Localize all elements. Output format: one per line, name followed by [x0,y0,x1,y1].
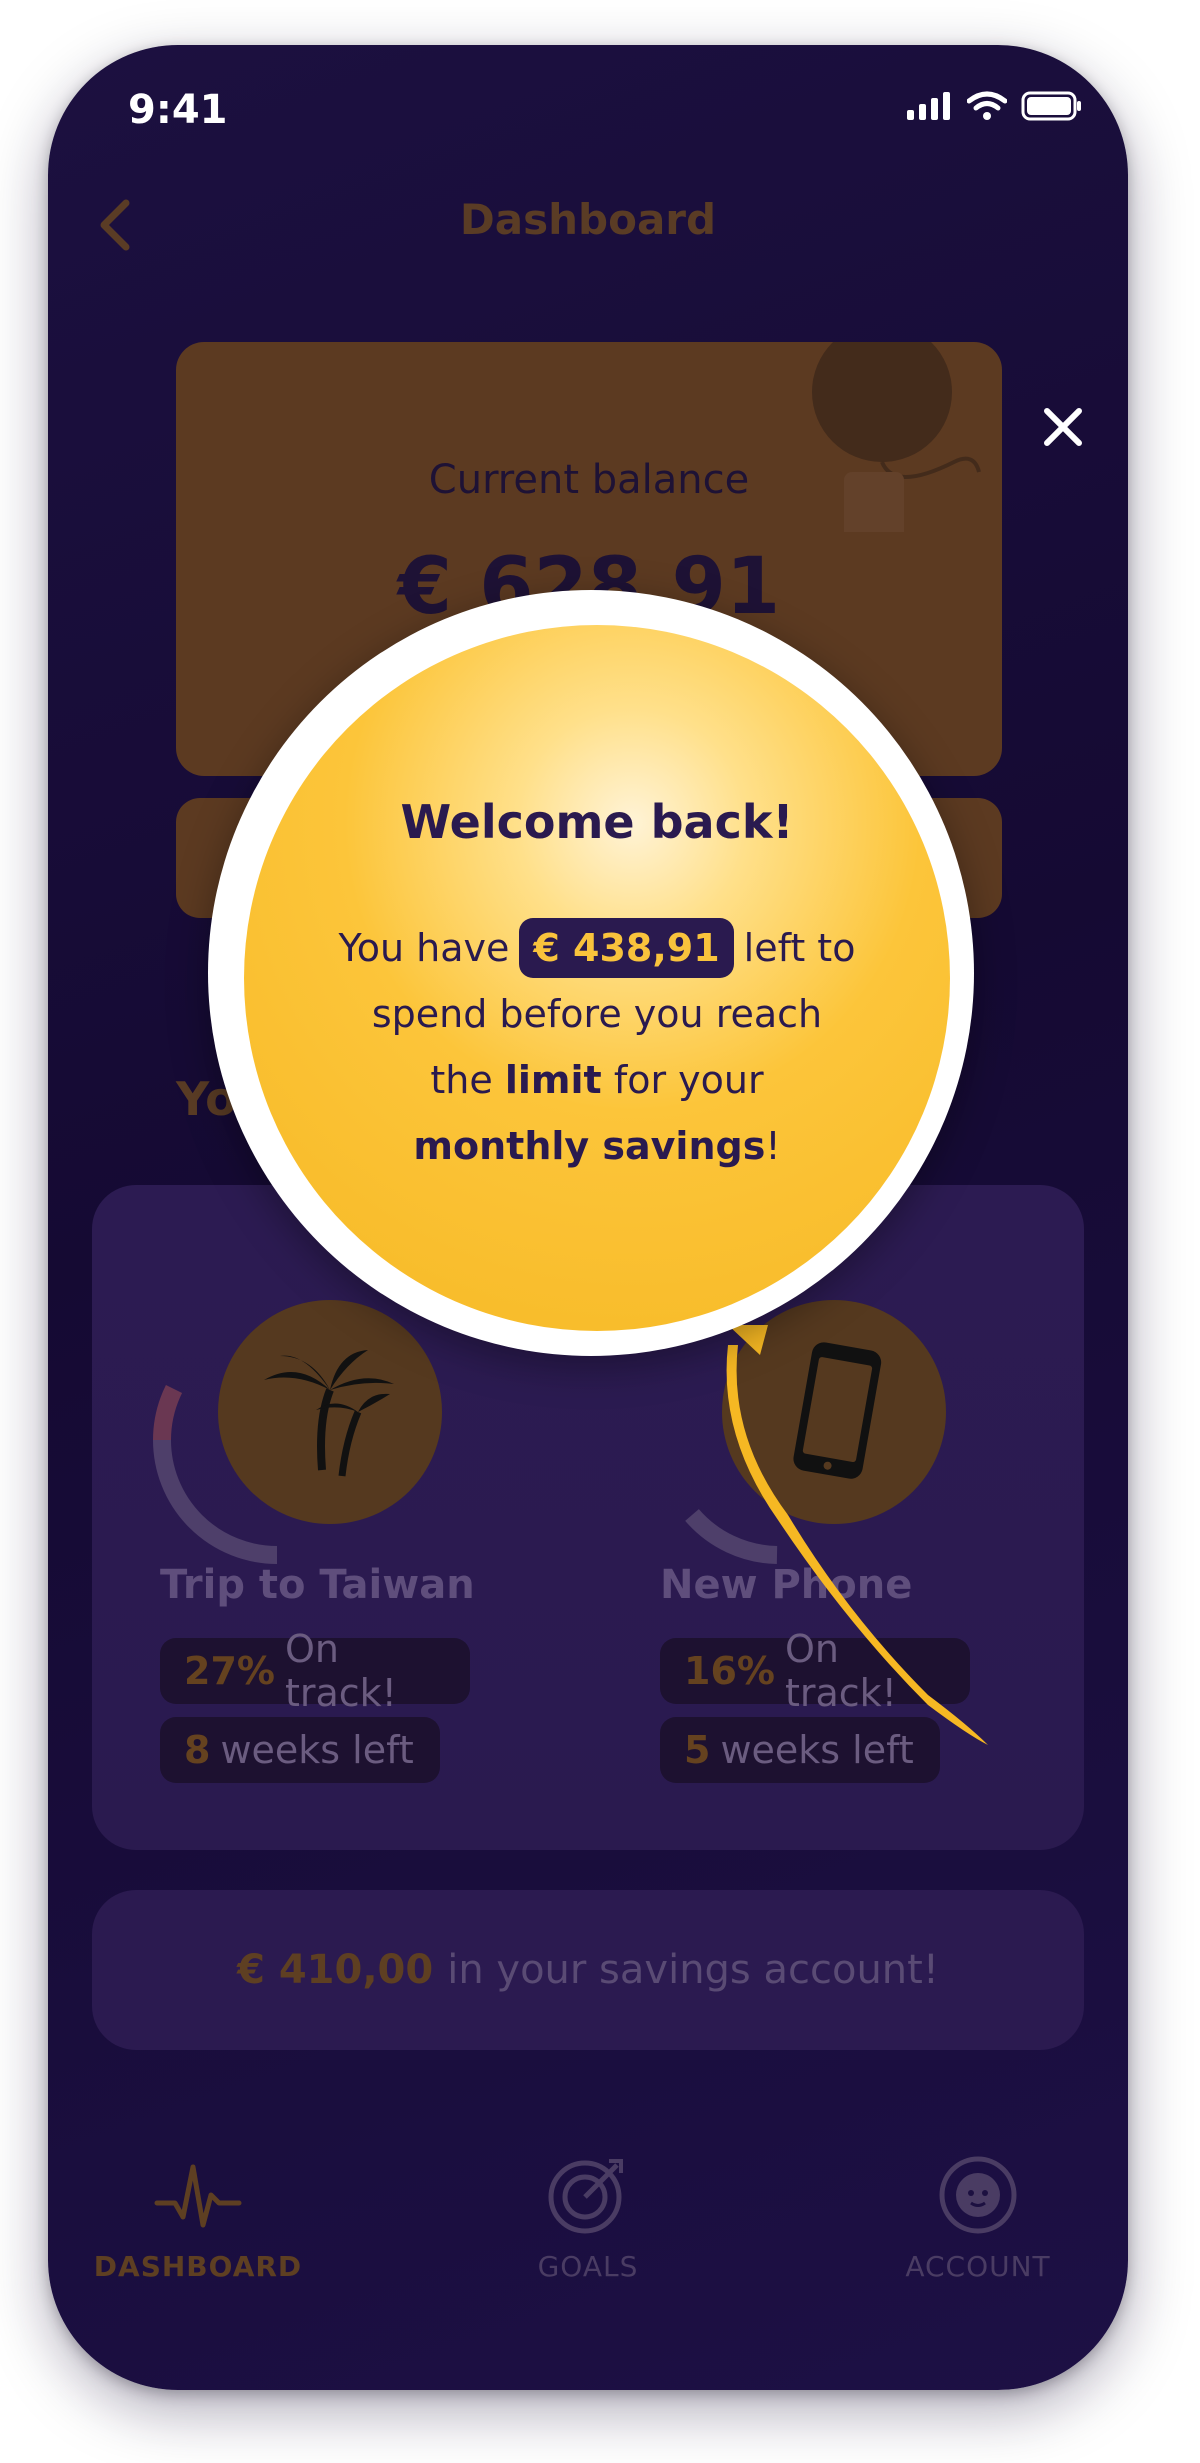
status-time: 9:41 [128,87,228,133]
tab-label: DASHBOARD [93,2250,303,2283]
phone-screen: 9:41 Dashboard Current balance € 628,91 … [48,45,1128,2390]
savings-card[interactable]: € 410,00 in your savings account! [92,1890,1084,2050]
face-icon [939,2156,1017,2234]
goal-icon-circle[interactable] [218,1300,442,1524]
goal-weeks-pill: 8 weeks left [160,1717,440,1783]
battery-icon [1021,91,1081,121]
target-icon [548,2159,623,2234]
balance-label: Current balance [428,457,750,503]
popup-text-before: You have [338,926,510,970]
goal-progress-pill: 27% On track! [160,1627,470,1715]
balloon-icon [812,342,981,532]
popup-message: You have € 438,91 left to spend before you… [284,915,910,1179]
goal-weeks: 8 [184,1728,211,1772]
popup-text-after: left to [743,926,856,970]
popup-line2: spend before you reach [371,992,823,1036]
signal-icon [907,92,950,120]
tab-label: GOALS [537,2250,639,2283]
popup-line3-pre: the [430,1058,493,1102]
goal-weeks-label: weeks left [220,1728,414,1772]
tab-dashboard[interactable]: DASHBOARD [48,2155,348,2283]
savings-amount: € 410,00 [237,1947,434,1993]
balloon-string [726,1325,988,1745]
tab-account[interactable]: ACCOUNT [828,2155,1128,2283]
wifi-icon [967,91,1007,120]
goal-percent: 27% [184,1649,275,1693]
goal-name: Trip to Taiwan [160,1562,475,1608]
welcome-popup: Welcome back! You have € 438,91 left to sp… [244,625,950,1331]
tab-goals[interactable]: GOALS [438,2155,738,2283]
popup-title: Welcome back! [400,795,794,849]
status-icons [907,91,1083,121]
pulse-icon [154,2164,242,2228]
tab-label: ACCOUNT [905,2250,1051,2283]
popup-line4-bold: monthly savings [413,1124,766,1168]
goal-status: On track! [284,1627,397,1715]
popup-line4-post: ! [765,1124,781,1168]
page-title: Dashboard [459,195,717,244]
palm-tree-icon [264,1350,394,1477]
savings-text: in your savings account! [447,1947,939,1993]
popup-line3-bold: limit [504,1058,602,1102]
popup-amount-badge: € 438,91 [519,918,734,978]
popup-line3-post: for your [613,1058,764,1102]
close-icon[interactable] [1033,397,1093,457]
